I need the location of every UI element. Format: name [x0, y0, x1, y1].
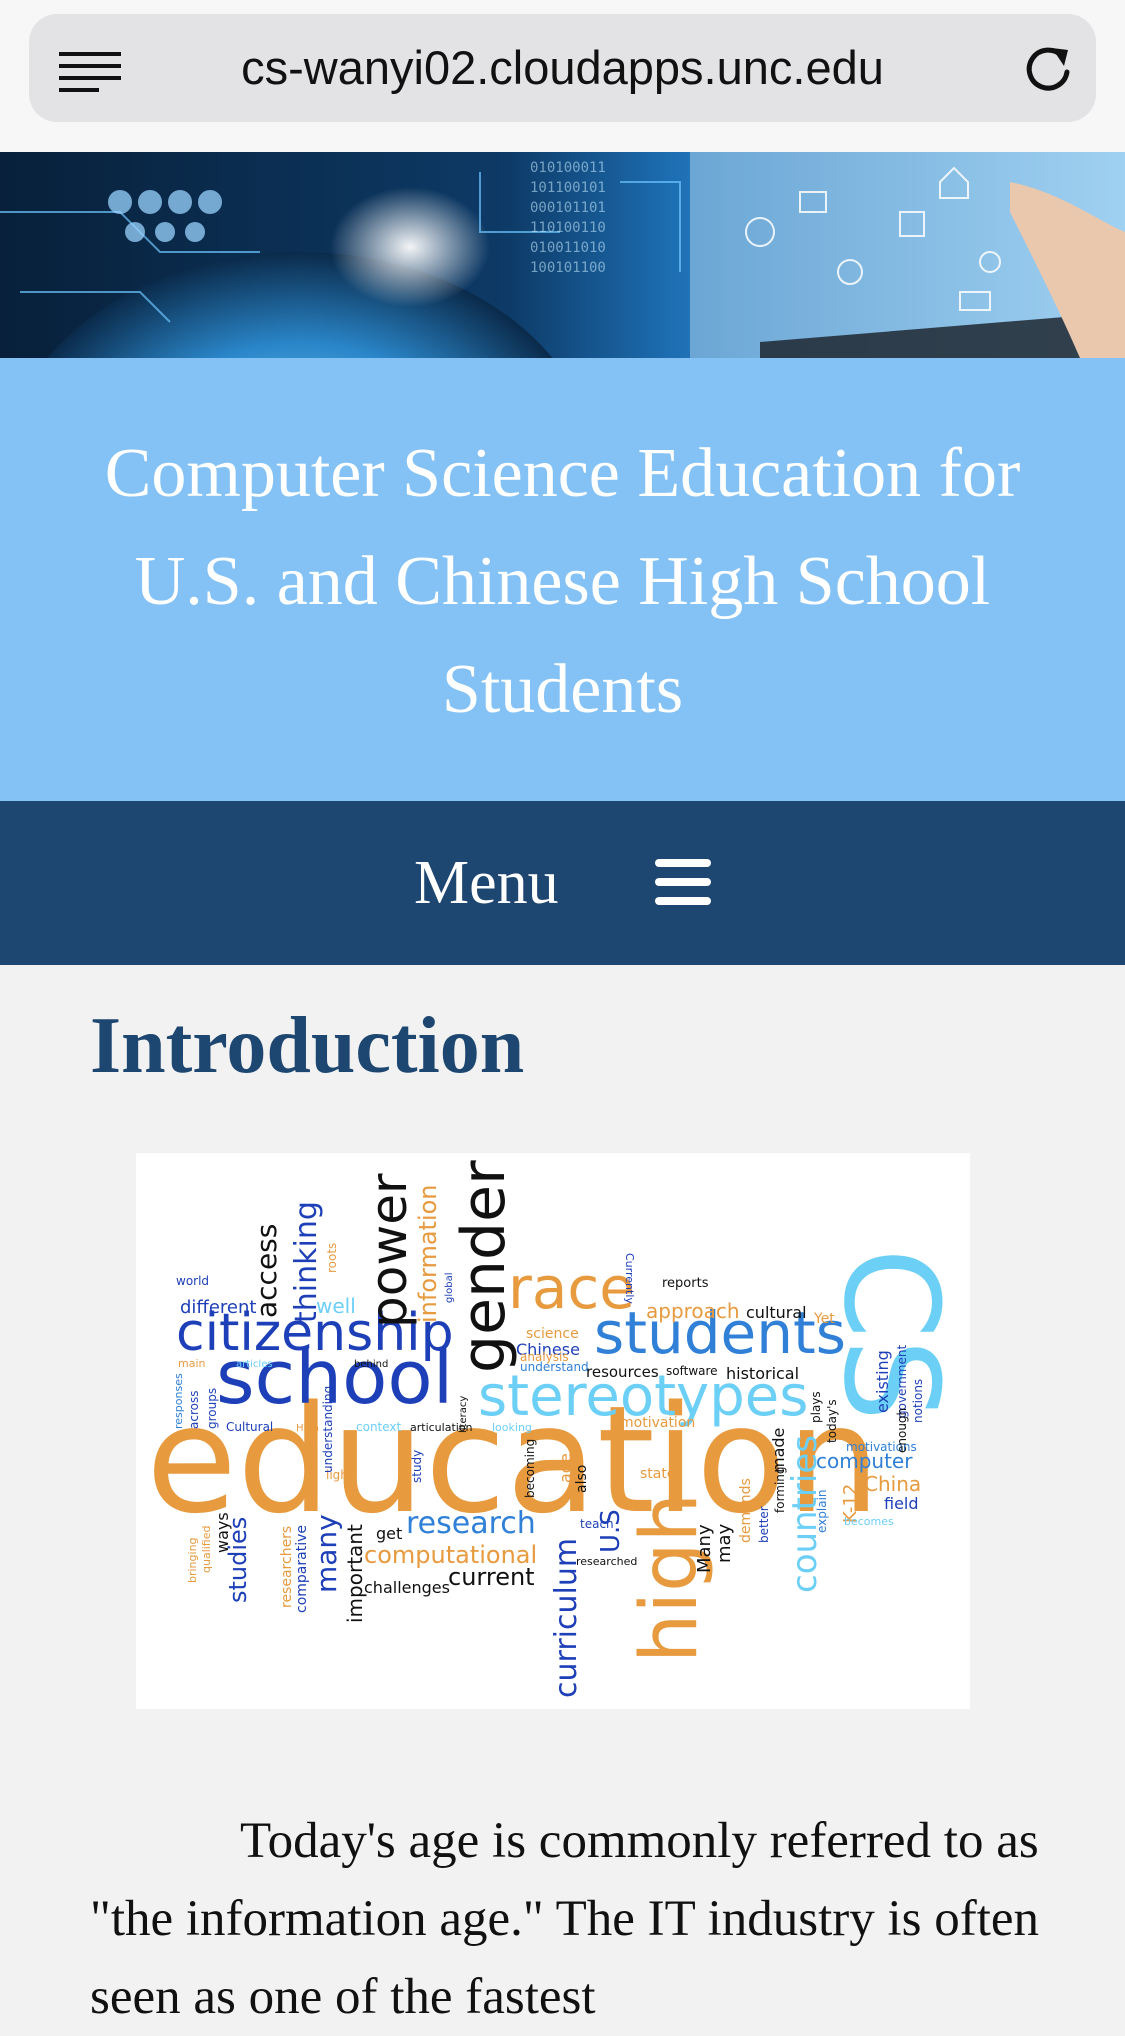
wc-word: existing [873, 1350, 892, 1413]
wc-word: looking [492, 1421, 532, 1434]
wc-word: demands [738, 1478, 754, 1543]
wc-word: understanding [321, 1386, 335, 1473]
wc-word: articles [236, 1359, 273, 1370]
wc-word: behind [354, 1359, 388, 1370]
wc-word: state [640, 1466, 675, 1482]
wc-word: Currently [623, 1253, 636, 1304]
wc-word: groups [205, 1388, 219, 1429]
word-cloud-graphic: education school citizenship students st… [146, 1160, 967, 1698]
wc-word: today's [825, 1399, 839, 1443]
wc-word: power [360, 1173, 418, 1328]
wc-word: resources [586, 1363, 659, 1381]
site-header: Computer Science Education for U.S. and … [0, 358, 1125, 801]
wc-word: well [316, 1294, 356, 1318]
wc-word: qualified [200, 1526, 213, 1574]
wc-word: important [343, 1524, 367, 1623]
browser-toolbar: cs-wanyi02.cloudapps.unc.edu [0, 0, 1125, 152]
wc-word: made [769, 1428, 788, 1473]
wc-word: U.S [596, 1509, 626, 1553]
wc-word: Cultural [226, 1420, 273, 1434]
wc-word: ways [213, 1512, 232, 1553]
svg-text:000101101: 000101101 [530, 200, 606, 216]
wc-word: comparative [294, 1525, 310, 1613]
banner-graphic: 010100011 101100101 000101101 110100110 … [0, 152, 1125, 358]
svg-text:010100011: 010100011 [530, 160, 606, 176]
wc-word: Many [694, 1524, 715, 1573]
wc-word: context [356, 1420, 402, 1434]
wc-word: researched [576, 1555, 637, 1568]
svg-text:110100110: 110100110 [530, 220, 606, 236]
wc-word: current [448, 1563, 535, 1591]
wc-word: China [864, 1472, 921, 1496]
wc-word: literacy [458, 1396, 469, 1433]
intro-paragraph: Today's age is commonly referred to as "… [90, 1813, 1040, 2025]
wc-word: may [714, 1523, 735, 1563]
wc-word: world [176, 1274, 209, 1288]
wc-word: software [666, 1364, 718, 1378]
wc-word: government [895, 1345, 909, 1418]
wc-word: race [508, 1254, 635, 1322]
wc-word: main [178, 1357, 206, 1370]
svg-text:010011010: 010011010 [530, 240, 606, 256]
wc-word: reports [662, 1276, 709, 1291]
word-cloud-image: education school citizenship students st… [136, 1153, 970, 1709]
wc-word: bringing [186, 1537, 199, 1583]
wc-word: also [574, 1465, 590, 1493]
wc-word: roots [325, 1243, 339, 1273]
wc-word: research [406, 1506, 536, 1541]
hamburger-icon[interactable] [655, 857, 711, 907]
wc-word: notions [911, 1379, 925, 1423]
wc-word: enough [895, 1408, 909, 1453]
reload-icon[interactable] [1022, 44, 1074, 96]
site-title: Computer Science Education for U.S. and … [104, 435, 1021, 728]
wc-word: global [444, 1273, 455, 1304]
nav-bar[interactable]: Menu [0, 801, 1125, 965]
header-banner-image: 010100011 101100101 000101101 110100110 … [0, 152, 1125, 358]
wc-word: becoming [523, 1439, 537, 1498]
wc-word: information [414, 1184, 442, 1323]
wc-word: responses [172, 1373, 185, 1429]
menu-label[interactable]: Menu [414, 801, 559, 965]
wc-word: across [187, 1391, 201, 1429]
wc-word: High [296, 1423, 319, 1434]
wc-word: historical [726, 1364, 799, 1383]
wc-word: becomes [844, 1515, 894, 1528]
wc-word: different [180, 1297, 256, 1318]
wc-word: explain [815, 1489, 829, 1533]
wc-word: better [757, 1506, 771, 1543]
address-bar[interactable]: cs-wanyi02.cloudapps.unc.edu [29, 14, 1096, 122]
wc-word: motivation [620, 1415, 695, 1431]
wc-word: gender [449, 1160, 519, 1373]
wc-word: teach [580, 1517, 614, 1531]
wc-word: age [556, 1453, 575, 1483]
wc-word: approach [646, 1299, 740, 1323]
wc-word: challenges [364, 1578, 450, 1597]
wc-word: high [625, 1493, 715, 1663]
page-heading: Introduction [90, 1002, 525, 1090]
wc-word: many [310, 1514, 343, 1593]
wc-word: researchers [279, 1526, 295, 1608]
wc-word: get [376, 1524, 402, 1543]
wc-word: analysis [520, 1350, 569, 1364]
wc-word: Yet [813, 1311, 835, 1327]
svg-text:100101100: 100101100 [530, 260, 606, 276]
wc-word: cultural [746, 1303, 807, 1322]
wc-word: study [410, 1450, 424, 1483]
wc-word: field [884, 1494, 919, 1513]
wc-word: plays [809, 1391, 823, 1423]
url-text[interactable]: cs-wanyi02.cloudapps.unc.edu [29, 14, 1096, 122]
svg-text:101100101: 101100101 [530, 180, 606, 196]
wc-word: forming [773, 1466, 787, 1513]
